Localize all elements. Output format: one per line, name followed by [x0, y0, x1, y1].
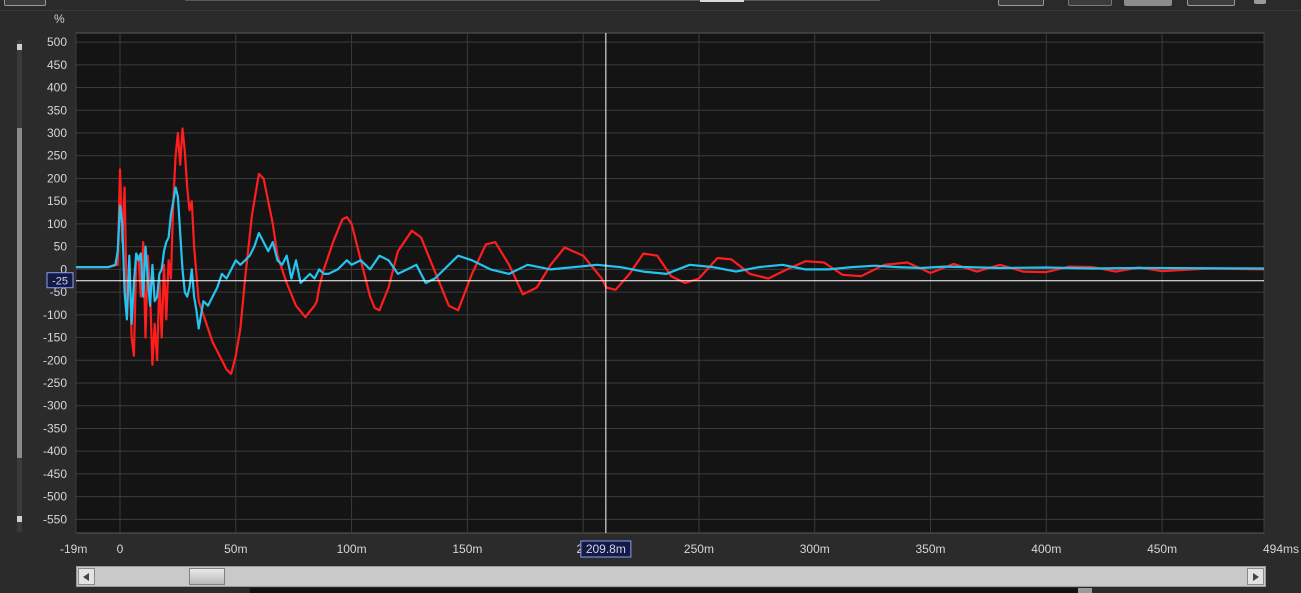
- y-tick-label: -150: [43, 331, 67, 345]
- y-tick-label: 100: [47, 217, 67, 231]
- bottom-panel-edge: [1078, 588, 1092, 593]
- y-tick-label: 50: [54, 240, 68, 254]
- scrollbar-thumb[interactable]: [189, 568, 225, 585]
- chevron-right-icon: [1253, 573, 1259, 581]
- y-tick-label: -500: [43, 490, 67, 504]
- x-tick-label: 450m: [1147, 542, 1177, 556]
- scroll-left-button[interactable]: [78, 568, 95, 585]
- y-tick-label: -300: [43, 399, 67, 413]
- x-tick-label: 100m: [337, 542, 367, 556]
- y-tick-label: -400: [43, 444, 67, 458]
- x-tick-label: 0: [117, 542, 124, 556]
- horizontal-scrollbar[interactable]: [76, 566, 1266, 587]
- plot-area[interactable]: [75, 32, 1265, 534]
- y-tick-label: -200: [43, 353, 67, 367]
- y-tick-label: -450: [43, 467, 67, 481]
- y-tick-label: -550: [43, 512, 67, 526]
- y-tick-label: -100: [43, 308, 67, 322]
- x-tick-label: 50m: [224, 542, 247, 556]
- x-tick-label: 250m: [684, 542, 714, 556]
- y-tick-label: 500: [47, 35, 67, 49]
- x-tick-label: -19m: [60, 542, 87, 556]
- x-tick-label: 350m: [916, 542, 946, 556]
- y-tick-label: 200: [47, 171, 67, 185]
- x-tick-label: 150m: [452, 542, 482, 556]
- impulse-response-window: % 500 450 400 350 300 250 200 150 100 50 0 -50 -100-…: [0, 0, 1301, 593]
- bottom-panel-edge: [250, 588, 1078, 593]
- y-tick-label: 250: [47, 149, 67, 163]
- x-axis-ticks: -19m050m100m150m20250m300m350m400m450m49…: [60, 542, 1299, 556]
- chevron-left-icon: [83, 573, 89, 581]
- x-tick-label: 494ms: [1263, 542, 1299, 556]
- x-tick-label: 400m: [1031, 542, 1061, 556]
- y-tick-label: 450: [47, 58, 67, 72]
- impulse-chart[interactable]: 500450400350300250200150100500-50-100-15…: [0, 0, 1301, 593]
- y-tick-label: 150: [47, 194, 67, 208]
- y-tick-label: 300: [47, 126, 67, 140]
- y-tick-label: -250: [43, 376, 67, 390]
- y-tick-label: 400: [47, 81, 67, 95]
- x-tick-label: 300m: [800, 542, 830, 556]
- cursor-x-readout: 209.8m: [586, 542, 626, 556]
- y-tick-label: -350: [43, 421, 67, 435]
- cursor-y-readout: -25: [52, 276, 68, 288]
- y-tick-label: 350: [47, 103, 67, 117]
- scroll-right-button[interactable]: [1247, 568, 1264, 585]
